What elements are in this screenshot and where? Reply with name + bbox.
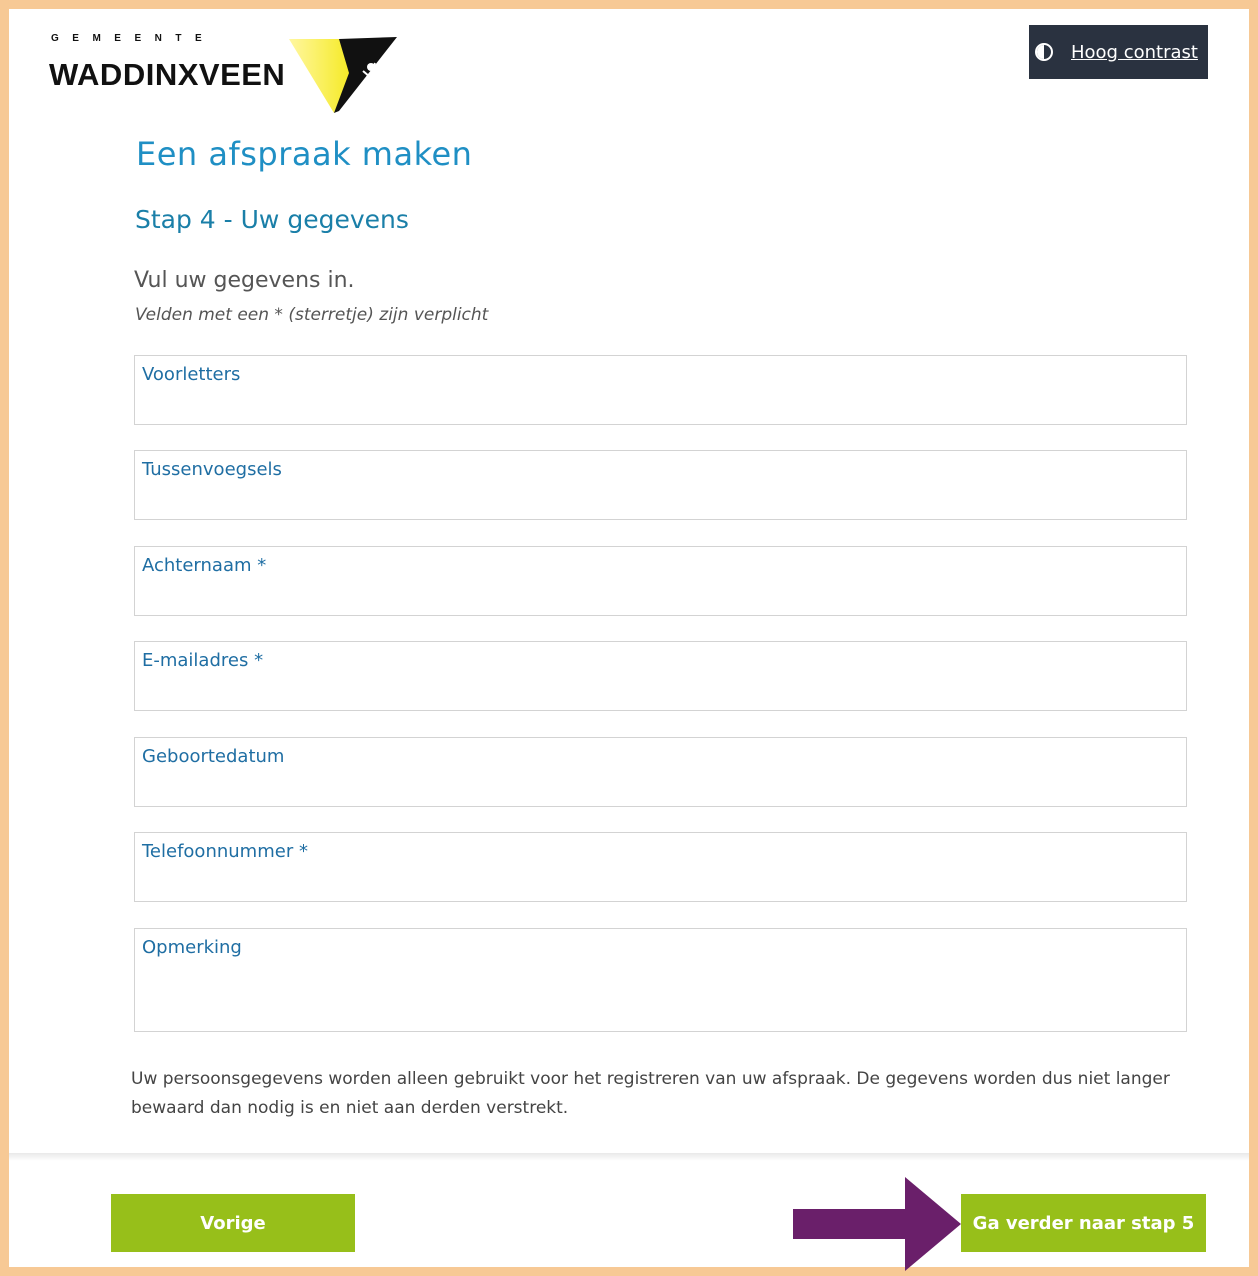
achternaam-input[interactable] [141, 583, 1180, 611]
annotation-arrow-icon [793, 1177, 961, 1271]
telefoonnummer-input[interactable] [141, 869, 1180, 897]
high-contrast-link[interactable]: Hoog contrast [1071, 42, 1198, 63]
field-voorletters[interactable]: Voorletters [134, 355, 1187, 425]
field-label: Opmerking [142, 937, 242, 958]
field-label: Tussenvoegsels [142, 459, 282, 480]
step-heading: Stap 4 - Uw gegevens [135, 205, 409, 234]
page-frame: GEMEENTE WADDINXVEEN Hoog contrast Een a… [9, 9, 1249, 1271]
field-label: Voorletters [142, 364, 241, 385]
field-label: E-mailadres * [142, 650, 264, 671]
page-title: Een afspraak maken [136, 135, 473, 173]
logo-emblem-icon [289, 37, 397, 113]
logo-small-text: GEMEENTE [51, 33, 216, 44]
logo-big-text: WADDINXVEEN [49, 57, 286, 92]
field-emailadres[interactable]: E-mailadres * [134, 641, 1187, 711]
field-telefoonnummer[interactable]: Telefoonnummer * [134, 832, 1187, 902]
municipality-logo[interactable]: GEMEENTE WADDINXVEEN [49, 31, 397, 113]
field-tussenvoegsels[interactable]: Tussenvoegsels [134, 450, 1187, 520]
required-note: Velden met een * (sterretje) zijn verpli… [135, 305, 489, 325]
privacy-notice: Uw persoonsgegevens worden alleen gebrui… [131, 1069, 1170, 1118]
field-label: Geboortedatum [142, 746, 285, 767]
field-label: Achternaam * [142, 555, 267, 576]
contrast-icon [1035, 43, 1053, 61]
opmerking-textarea[interactable] [141, 965, 1180, 1027]
next-step-button[interactable]: Ga verder naar stap 5 [961, 1194, 1206, 1252]
previous-button[interactable]: Vorige [111, 1194, 355, 1252]
voorletters-input[interactable] [141, 392, 1180, 420]
field-geboortedatum[interactable]: Geboortedatum [134, 737, 1187, 807]
form-intro: Vul uw gegevens in. [134, 268, 355, 293]
email-input[interactable] [141, 678, 1180, 706]
tussenvoegsels-input[interactable] [141, 487, 1180, 515]
field-achternaam[interactable]: Achternaam * [134, 546, 1187, 616]
field-opmerking[interactable]: Opmerking [134, 928, 1187, 1032]
geboortedatum-input[interactable] [141, 774, 1180, 802]
high-contrast-toggle[interactable]: Hoog contrast [1029, 25, 1208, 79]
field-label: Telefoonnummer * [142, 841, 308, 862]
footer-divider [9, 1153, 1249, 1161]
